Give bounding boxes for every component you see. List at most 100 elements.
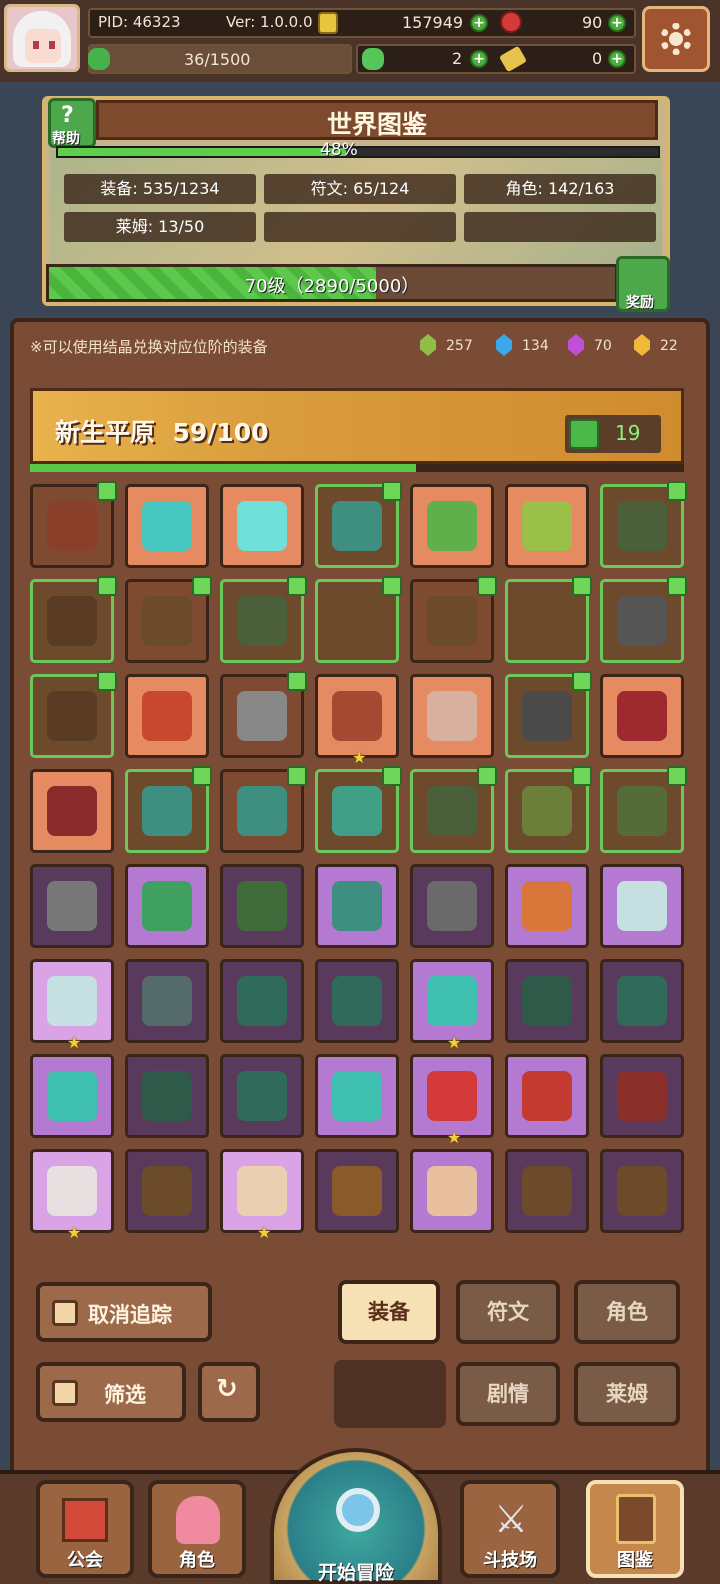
equipment-slot[interactable] bbox=[505, 576, 592, 663]
equipment-slot[interactable] bbox=[30, 769, 114, 853]
purple-crystal-count: 70 bbox=[594, 338, 612, 354]
empty-slot bbox=[334, 1360, 446, 1428]
equipment-slot[interactable]: ★ bbox=[30, 959, 114, 1052]
player-avatar[interactable] bbox=[4, 4, 80, 72]
equipment-slot[interactable] bbox=[410, 766, 497, 853]
equipment-slot[interactable] bbox=[125, 864, 209, 948]
equipment-slot[interactable]: ★ bbox=[315, 674, 399, 767]
equipment-sprite-icon bbox=[522, 976, 572, 1026]
equipment-slot[interactable] bbox=[315, 1054, 399, 1138]
equipment-slot[interactable] bbox=[600, 1054, 684, 1138]
equipment-slot[interactable] bbox=[505, 484, 589, 568]
equipment-slot[interactable] bbox=[220, 766, 307, 853]
equipment-slot[interactable] bbox=[220, 959, 304, 1043]
tracked-thumb-icon bbox=[192, 576, 212, 596]
crossed-swords-icon: ⚔ bbox=[493, 1497, 529, 1541]
tab-story[interactable]: 剧情 bbox=[456, 1362, 560, 1426]
equipment-slot[interactable] bbox=[505, 959, 589, 1043]
filter-button[interactable]: 筛选 bbox=[36, 1362, 186, 1422]
equipment-sprite-icon bbox=[237, 786, 287, 836]
stat-empty-1 bbox=[264, 212, 456, 242]
equipment-slot[interactable] bbox=[600, 864, 684, 948]
tab-equipment[interactable]: 装备 bbox=[338, 1280, 440, 1344]
equipment-slot[interactable] bbox=[30, 481, 117, 568]
equipment-slot[interactable] bbox=[600, 674, 684, 758]
equipment-slot[interactable] bbox=[315, 959, 399, 1043]
equipment-slot[interactable]: ★ bbox=[410, 1054, 494, 1147]
equipment-slot[interactable] bbox=[505, 864, 589, 948]
equipment-slot[interactable] bbox=[315, 576, 402, 663]
equipment-slot[interactable] bbox=[125, 1054, 209, 1138]
equipment-slot[interactable] bbox=[600, 1149, 684, 1233]
tab-rune[interactable]: 符文 bbox=[456, 1280, 560, 1344]
gold-coin-icon bbox=[318, 12, 338, 34]
equipment-slot[interactable] bbox=[505, 671, 592, 758]
equipment-sprite-icon bbox=[427, 691, 477, 741]
equipment-slot[interactable] bbox=[220, 484, 304, 568]
equipment-slot[interactable] bbox=[125, 484, 209, 568]
equipment-slot[interactable] bbox=[125, 959, 209, 1043]
equipment-slot[interactable] bbox=[505, 1149, 589, 1233]
tab-slime[interactable]: 莱姆 bbox=[574, 1362, 680, 1426]
tracked-thumb-icon bbox=[382, 766, 402, 786]
equipment-slot[interactable] bbox=[505, 1054, 589, 1138]
collection-percent: 48% bbox=[320, 140, 358, 160]
add-clover-button[interactable]: + bbox=[470, 50, 488, 68]
equipment-slot[interactable] bbox=[125, 766, 212, 853]
equipment-slot[interactable]: ★ bbox=[30, 1149, 114, 1242]
nav-guild[interactable]: 公会 bbox=[36, 1480, 134, 1578]
equipment-slot[interactable] bbox=[30, 864, 114, 948]
version-label: Ver: 1.0.0.0 bbox=[226, 13, 313, 31]
add-gold-button[interactable]: + bbox=[470, 14, 488, 32]
equipment-slot[interactable] bbox=[315, 766, 402, 853]
equipment-slot[interactable] bbox=[315, 864, 399, 948]
equipment-slot[interactable] bbox=[505, 766, 592, 853]
tab-character[interactable]: 角色 bbox=[574, 1280, 680, 1344]
tracked-count-box: 19 bbox=[565, 415, 661, 453]
equipment-slot[interactable]: ★ bbox=[220, 1149, 304, 1242]
equipment-slot[interactable] bbox=[315, 1149, 399, 1233]
equipment-sprite-icon bbox=[332, 596, 382, 646]
equipment-slot[interactable] bbox=[220, 1054, 304, 1138]
equipment-slot[interactable] bbox=[220, 576, 307, 663]
add-ticket-button[interactable]: + bbox=[608, 50, 626, 68]
equipment-sprite-icon bbox=[522, 786, 572, 836]
equipment-slot[interactable] bbox=[410, 864, 494, 948]
equipment-slot[interactable] bbox=[410, 674, 494, 758]
nav-arena[interactable]: ⚔ 斗技场 bbox=[460, 1480, 560, 1578]
equipment-slot[interactable] bbox=[315, 481, 402, 568]
settings-button[interactable] bbox=[642, 6, 710, 72]
nav-character[interactable]: 角色 bbox=[148, 1480, 246, 1578]
equipment-slot[interactable] bbox=[410, 576, 497, 663]
untrack-button[interactable]: 取消追踪 bbox=[36, 1282, 212, 1342]
equipment-slot[interactable] bbox=[30, 576, 117, 663]
equipment-slot[interactable] bbox=[125, 1149, 209, 1233]
equipment-slot[interactable] bbox=[600, 481, 687, 568]
equipment-sprite-icon bbox=[142, 501, 192, 551]
nav-codex[interactable]: 图鉴 bbox=[586, 1480, 684, 1578]
help-label: 帮助 bbox=[52, 131, 80, 147]
refresh-button[interactable]: ↻ bbox=[198, 1362, 260, 1422]
equipment-slot[interactable] bbox=[125, 576, 212, 663]
equipment-slot[interactable] bbox=[600, 959, 684, 1043]
blue-crystal-count: 134 bbox=[522, 338, 549, 354]
equipment-slot[interactable] bbox=[30, 671, 117, 758]
equipment-slot[interactable] bbox=[30, 1054, 114, 1138]
equipment-slot[interactable] bbox=[410, 484, 494, 568]
equipment-slot[interactable] bbox=[220, 671, 307, 758]
equipment-slot[interactable] bbox=[600, 766, 687, 853]
gold-amount: 157949 bbox=[402, 13, 464, 32]
equipment-slot[interactable] bbox=[125, 674, 209, 758]
equipment-slot[interactable]: ★ bbox=[410, 959, 494, 1052]
equipment-slot[interactable] bbox=[410, 1149, 494, 1233]
zone-banner[interactable]: 新生平原 59/100 19 bbox=[30, 388, 684, 464]
reward-label: 奖励 bbox=[626, 295, 654, 311]
equipment-sprite-icon bbox=[142, 976, 192, 1026]
clover-icon bbox=[362, 48, 384, 70]
collection-progress-bar bbox=[56, 146, 660, 158]
equipment-slot[interactable] bbox=[220, 864, 304, 948]
add-gem-button[interactable]: + bbox=[608, 14, 626, 32]
equipment-slot[interactable] bbox=[600, 576, 687, 663]
equipment-sprite-icon bbox=[332, 1166, 382, 1216]
equipment-sprite-icon bbox=[617, 881, 667, 931]
